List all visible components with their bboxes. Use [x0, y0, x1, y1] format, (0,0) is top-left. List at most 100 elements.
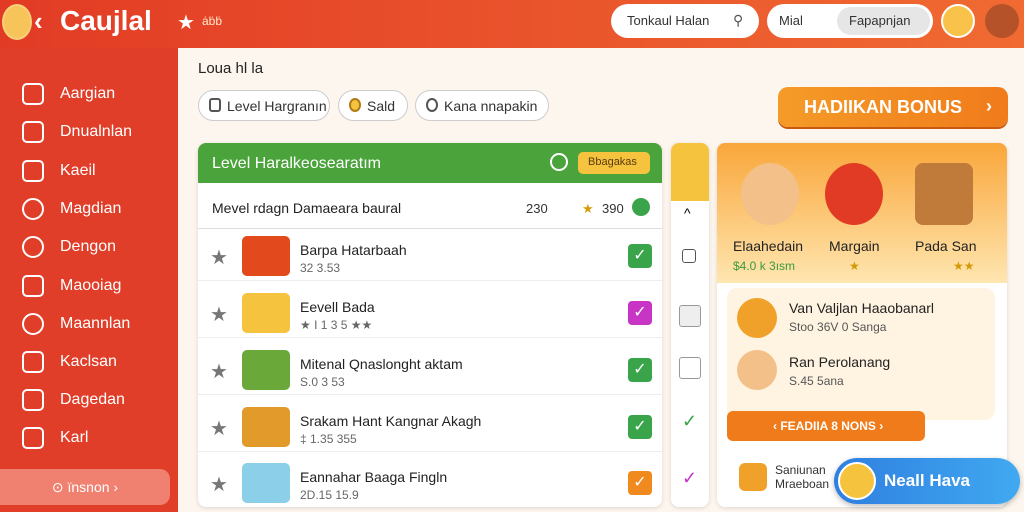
star-icon [22, 83, 44, 105]
app-subtitle: ȧḃḃ [202, 14, 223, 28]
star-icon[interactable]: ★ [210, 472, 228, 497]
character-name: Elaahedain [733, 238, 804, 254]
sidebar-item-10[interactable]: Karl [0, 421, 178, 455]
clock-icon [22, 198, 44, 220]
character-avatar[interactable] [825, 163, 883, 225]
breadcrumb: Loua hl la [198, 60, 264, 77]
user-icon[interactable]: ★ [210, 359, 228, 384]
check-icon[interactable]: ✓ [628, 471, 652, 495]
link-icon [22, 236, 44, 258]
list-item[interactable]: ★ Mitenal Qnaslonght aktam S.0 3 53 ✓ [198, 345, 662, 395]
stat-coins: 230 [526, 201, 548, 216]
character-value: ★ [849, 259, 860, 273]
chevron-up-icon[interactable]: ^ [684, 205, 691, 221]
sidebar-item-1[interactable]: Aargian [0, 77, 178, 111]
sidebar-item-label: Maooiag [60, 277, 122, 294]
sidebar-item-label: Karl [60, 429, 89, 446]
segment-b[interactable]: Fapapnjan [837, 7, 930, 35]
check-icon[interactable]: ✓ [628, 244, 652, 268]
check-icon[interactable]: ✓ [628, 358, 652, 382]
panel-tag[interactable]: Bbagakas [578, 152, 650, 174]
pill-level[interactable]: Level Hargranın [198, 90, 330, 121]
level-value: ‡ 1.35 355 [300, 432, 357, 446]
sidebar-item-6[interactable]: Maooiag [0, 269, 178, 303]
arrow-icon [22, 351, 44, 373]
card-sub: S.45 5ana [789, 374, 844, 388]
star-icon[interactable]: ★ [210, 245, 228, 270]
sidebar-item-label: Dagedan [60, 391, 125, 408]
sidebar-item-5[interactable]: Dengon [0, 230, 178, 264]
list-item[interactable]: ★ Eevell Bada ★ I 1 3 5 ★★ ✓ [198, 288, 662, 338]
sidebar-item-3[interactable]: Kaeil [0, 154, 178, 188]
sidebar-item-7[interactable]: Maannlan [0, 307, 178, 341]
star-icon[interactable]: ★ [210, 302, 228, 327]
star-icon: ★ [582, 201, 594, 216]
sidebar-item-9[interactable]: Dagedan [0, 383, 178, 417]
pill-sald[interactable]: Sald [338, 90, 408, 121]
puzzle-icon [22, 389, 44, 411]
stat-stars: 390 [602, 201, 624, 216]
avatar [838, 462, 876, 500]
reward-card: Van Valjlan Haaobanarl Stoo 36V 0 Sanga … [727, 288, 995, 420]
panel-title: Level Haralkeosearatım [212, 155, 381, 172]
pill-label: Kana nnapakin [444, 98, 538, 114]
sidebar-item-label: Kaclsan [60, 353, 117, 370]
pill-label: Level Hargranın [227, 98, 327, 114]
card-title: Van Valjlan Haaobanarl [789, 300, 935, 316]
sidebar-item-label: Dnualnlan [60, 123, 133, 140]
search-icon [22, 313, 44, 335]
check-icon[interactable]: ✓ [682, 411, 697, 432]
list-item[interactable]: ★ Barpa Hatarbaah 32 3.53 ✓ [198, 231, 662, 281]
card-icon [22, 160, 44, 182]
level-thumbnail [242, 236, 290, 276]
star-icon[interactable]: ★ [210, 416, 228, 441]
level-name: Barpa Hatarbaah [300, 242, 407, 258]
search-input[interactable]: Tonkaul Halan [627, 13, 709, 28]
sidebar-item-2[interactable]: Dnualnlan [0, 115, 178, 149]
panel-subheader: Mevel rdagn Damaeara baural 230 ★ 390 [198, 185, 662, 229]
character-value: $4.0 k 3ısm [733, 259, 796, 273]
level-value: 2D.15 15.9 [300, 488, 359, 502]
character-value: ★★ [953, 259, 975, 273]
box-icon[interactable] [682, 249, 696, 263]
level-name: Mitenal Qnaslonght aktam [300, 356, 463, 372]
level-value: 32 3.53 [300, 261, 341, 275]
level-thumbnail [242, 350, 290, 390]
list-item[interactable]: ★ Srakam Hant Kangnar Akagh ‡ 1.35 355 ✓ [198, 402, 662, 452]
sidebar-footer-button[interactable]: ⊙ ïnsnon › [0, 469, 170, 505]
sidebar-item-label: Aargian [60, 85, 116, 102]
level-name: Eevell Bada [300, 299, 375, 315]
chevron-right-icon: › [986, 96, 992, 116]
pill-label: Sald [367, 98, 396, 114]
segment-a[interactable]: Mial [779, 13, 803, 28]
edit-icon[interactable] [679, 305, 701, 327]
search-icon[interactable]: ⚲ [733, 12, 743, 29]
card-sub: Stoo 36V 0 Sanga [789, 320, 887, 334]
gift-icon [739, 463, 767, 491]
pill-kana[interactable]: Kana nnapakin [415, 90, 549, 121]
friends-avatar[interactable] [985, 4, 1019, 38]
user-avatar[interactable] [941, 4, 975, 38]
bonus-button[interactable]: HADIIKAN BONUS › [778, 87, 1008, 127]
character-name: Margain [829, 238, 880, 254]
panel-subtitle: Mevel rdagn Damaeara baural [212, 200, 402, 216]
character-avatar[interactable] [915, 163, 973, 225]
sidebar-item-4[interactable]: Magdian [0, 192, 178, 226]
sidebar-item-8[interactable]: Kaclsan [0, 345, 178, 379]
list-item[interactable]: ★ Eannahar Baaga Fingln 2D.15 15.9 ✓ [198, 458, 662, 507]
check-icon[interactable]: ✓ [628, 415, 652, 439]
search-bar[interactable]: Tonkaul Halan ⚲ [611, 4, 759, 38]
check-circle-icon[interactable] [550, 153, 568, 171]
character-avatar[interactable] [741, 163, 799, 225]
characters-header: Elaahedain Margain Pada San $4.0 k 3ısm … [717, 143, 1007, 283]
segmented-control[interactable]: Mial Fapapnjan [767, 4, 933, 38]
checkbox-icon[interactable] [679, 357, 701, 379]
check-icon[interactable]: ✓ [682, 468, 697, 489]
bonus-cta-button[interactable]: ‹ FEADIIA 8 NONS › [727, 411, 925, 441]
back-icon[interactable]: ‹ [34, 6, 43, 37]
bonus-button-label: HADIIKAN BONUS [804, 97, 963, 117]
check-icon[interactable]: ✓ [628, 301, 652, 325]
level-name: Eannahar Baaga Fingln [300, 469, 448, 485]
coin-icon [737, 298, 777, 338]
float-action-button[interactable]: Neall Hava [834, 458, 1020, 504]
